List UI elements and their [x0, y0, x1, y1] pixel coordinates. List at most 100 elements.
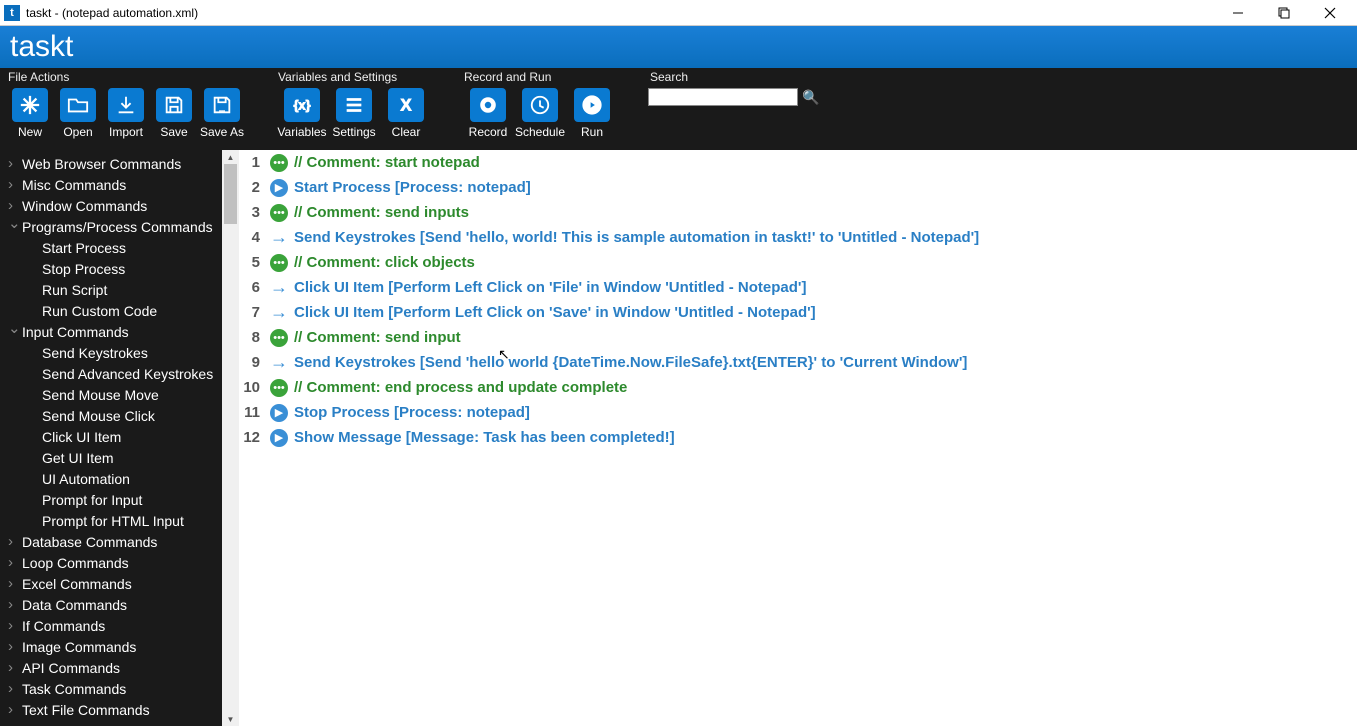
minimize-button[interactable]	[1215, 0, 1261, 26]
group-label-run: Record and Run	[462, 70, 618, 84]
script-line[interactable]: Stop Process [Process: notepad]	[294, 400, 1357, 425]
search-icon[interactable]: 🔍	[802, 89, 819, 106]
toolbar-group-search: Search 🔍	[648, 70, 819, 106]
tree-subitem[interactable]: Run Script	[0, 280, 239, 301]
line-number: 9	[239, 350, 260, 375]
tree-item[interactable]: Database Commands	[0, 532, 239, 553]
schedule-icon	[522, 88, 558, 122]
scroll-thumb[interactable]	[224, 164, 237, 224]
line-number: 6	[239, 275, 260, 300]
tree-subitem[interactable]: Prompt for HTML Input	[0, 511, 239, 532]
new-button[interactable]: New	[6, 88, 54, 139]
script-line[interactable]: Show Message [Message: Task has been com…	[294, 425, 1357, 450]
play-icon: ▶	[270, 179, 288, 197]
arrow-icon: →	[270, 229, 288, 247]
variables-button[interactable]: {x}Variables	[276, 88, 328, 139]
tree-item[interactable]: If Commands	[0, 616, 239, 637]
svg-text:X: X	[400, 97, 411, 115]
settings-button[interactable]: Settings	[328, 88, 380, 139]
schedule-button[interactable]: Schedule	[514, 88, 566, 139]
record-button[interactable]: Record	[462, 88, 514, 139]
tree-subitem[interactable]: Send Mouse Move	[0, 385, 239, 406]
tree-item[interactable]: Text File Commands	[0, 700, 239, 721]
comment-icon: •••	[270, 154, 288, 172]
open-button[interactable]: Open	[54, 88, 102, 139]
import-button[interactable]: Import	[102, 88, 150, 139]
scroll-down-arrow[interactable]: ▼	[222, 712, 239, 726]
tree-subitem[interactable]: Stop Process	[0, 259, 239, 280]
tree-subitem[interactable]: UI Automation	[0, 469, 239, 490]
sidebar-scrollbar[interactable]: ▲ ▼	[222, 150, 239, 726]
line-number: 5	[239, 250, 260, 275]
tree-subitem[interactable]: Send Mouse Click	[0, 406, 239, 427]
record-icon	[470, 88, 506, 122]
run-button[interactable]: Run	[566, 88, 618, 139]
clear-icon: X	[388, 88, 424, 122]
line-number: 1	[239, 150, 260, 175]
tree-item[interactable]: Data Commands	[0, 595, 239, 616]
comment-icon: •••	[270, 329, 288, 347]
tree-item[interactable]: Web Browser Commands	[0, 154, 239, 175]
script-line[interactable]: // Comment: start notepad	[294, 150, 1357, 175]
script-line[interactable]: Start Process [Process: notepad]	[294, 175, 1357, 200]
search-input[interactable]	[648, 88, 798, 106]
tree-item[interactable]: File Operation Commands	[0, 721, 239, 726]
script-line[interactable]: Send Keystrokes [Send 'hello world {Date…	[294, 350, 1357, 375]
clear-button[interactable]: XClear	[380, 88, 432, 139]
comment-icon: •••	[270, 204, 288, 222]
scroll-up-arrow[interactable]: ▲	[222, 150, 239, 164]
tree-subitem[interactable]: Send Keystrokes	[0, 343, 239, 364]
play-icon: ▶	[270, 429, 288, 447]
toolbar-group-vars: Variables and Settings {x}Variables Sett…	[276, 70, 432, 139]
comment-icon: •••	[270, 379, 288, 397]
maximize-button[interactable]	[1261, 0, 1307, 26]
variables-icon: {x}	[284, 88, 320, 122]
import-icon	[108, 88, 144, 122]
script-editor[interactable]: 123456789101112 •••▶•••→•••→→•••→•••▶▶ /…	[239, 150, 1357, 726]
line-number: 8	[239, 325, 260, 350]
tree-item[interactable]: Input Commands	[0, 322, 239, 343]
app-title: taskt	[0, 26, 1357, 68]
svg-text:{x}: {x}	[293, 98, 310, 113]
tree-subitem[interactable]: Click UI Item	[0, 427, 239, 448]
tree-item[interactable]: Excel Commands	[0, 574, 239, 595]
save-icon	[156, 88, 192, 122]
close-button[interactable]	[1307, 0, 1353, 26]
line-number: 10	[239, 375, 260, 400]
main-area: Web Browser CommandsMisc CommandsWindow …	[0, 150, 1357, 726]
save-as-icon: ...	[204, 88, 240, 122]
script-line[interactable]: Click UI Item [Perform Left Click on 'Fi…	[294, 275, 1357, 300]
tree-item[interactable]: Task Commands	[0, 679, 239, 700]
arrow-icon: →	[270, 354, 288, 372]
tree-item[interactable]: API Commands	[0, 658, 239, 679]
script-line[interactable]: Click UI Item [Perform Left Click on 'Sa…	[294, 300, 1357, 325]
tree-subitem[interactable]: Get UI Item	[0, 448, 239, 469]
window-titlebar: t taskt - (notepad automation.xml)	[0, 0, 1357, 26]
group-label-file: File Actions	[6, 70, 246, 84]
tree-subitem[interactable]: Send Advanced Keystrokes	[0, 364, 239, 385]
script-line[interactable]: Send Keystrokes [Send 'hello, world! Thi…	[294, 225, 1357, 250]
tree-item[interactable]: Loop Commands	[0, 553, 239, 574]
tree-item[interactable]: Misc Commands	[0, 175, 239, 196]
command-tree[interactable]: Web Browser CommandsMisc CommandsWindow …	[0, 150, 239, 726]
asterisk-icon	[12, 88, 48, 122]
save-button[interactable]: Save	[150, 88, 198, 139]
script-line[interactable]: // Comment: send inputs	[294, 200, 1357, 225]
tree-item[interactable]: Window Commands	[0, 196, 239, 217]
line-number: 11	[239, 400, 260, 425]
tree-subitem[interactable]: Start Process	[0, 238, 239, 259]
line-number: 3	[239, 200, 260, 225]
save-as-button[interactable]: ...Save As	[198, 88, 246, 139]
svg-text:...: ...	[219, 104, 225, 113]
settings-icon	[336, 88, 372, 122]
tree-subitem[interactable]: Run Custom Code	[0, 301, 239, 322]
tree-item[interactable]: Image Commands	[0, 637, 239, 658]
script-line[interactable]: // Comment: end process and update compl…	[294, 375, 1357, 400]
toolbar-group-run: Record and Run Record Schedule Run	[462, 70, 618, 139]
script-line[interactable]: // Comment: click objects	[294, 250, 1357, 275]
tree-subitem[interactable]: Prompt for Input	[0, 490, 239, 511]
comment-icon: •••	[270, 254, 288, 272]
script-line[interactable]: // Comment: send input	[294, 325, 1357, 350]
tree-item[interactable]: Programs/Process Commands	[0, 217, 239, 238]
window-title: taskt - (notepad automation.xml)	[26, 6, 198, 20]
